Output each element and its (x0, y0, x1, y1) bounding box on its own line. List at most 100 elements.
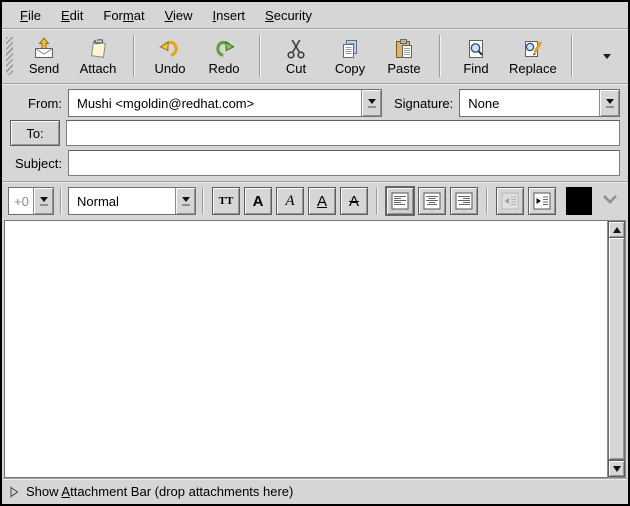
scrollbar-thumb[interactable] (608, 238, 625, 460)
scrollbar-up-icon (613, 227, 621, 233)
to-button[interactable]: To: (10, 120, 60, 146)
indent-icon (533, 192, 551, 210)
undo-label: Undo (154, 62, 185, 76)
redo-icon (212, 37, 236, 61)
align-center-button[interactable] (418, 187, 446, 215)
format-separator (60, 188, 62, 214)
redo-label: Redo (208, 62, 239, 76)
bold-icon: A (253, 194, 264, 209)
menu-edit[interactable]: Edit (51, 4, 93, 27)
font-color-swatch[interactable] (566, 187, 592, 215)
toolbar-items: Send Attach Undo Redo Cut Copy Paste Fin… (17, 33, 563, 80)
cut-button[interactable]: Cut (269, 33, 323, 80)
attachment-bar-toggle[interactable]: Show Attachment Bar (drop attachments he… (2, 478, 628, 504)
underline-icon: A (317, 194, 327, 209)
subject-row: Subject: (10, 149, 620, 177)
attach-icon (86, 37, 110, 61)
align-left-icon (391, 192, 409, 210)
paragraph-style-select[interactable]: Normal (68, 187, 196, 215)
header-fields: From: Mushi <mgoldin@redhat.com> Signatu… (2, 84, 628, 181)
toolbar-overflow-button[interactable] (598, 47, 616, 65)
subject-label: Subject: (10, 156, 62, 171)
vertical-scrollbar[interactable] (607, 220, 626, 478)
replace-icon (521, 37, 545, 61)
font-size-value: +0 (9, 188, 33, 214)
combo-arrow-icon[interactable] (361, 90, 381, 116)
find-button[interactable]: Find (449, 33, 503, 80)
from-select[interactable]: Mushi <mgoldin@redhat.com> (68, 89, 382, 117)
bold-button[interactable]: A (244, 187, 272, 215)
subject-input[interactable] (68, 150, 620, 176)
format-overflow-button[interactable] (602, 192, 618, 210)
align-right-icon (455, 192, 473, 210)
paste-button[interactable]: Paste (377, 33, 431, 80)
find-label: Find (463, 62, 488, 76)
format-separator (486, 188, 488, 214)
composer-window: FileEditFormatViewInsertSecurity Send At… (0, 0, 630, 506)
scrollbar-down-icon (613, 466, 621, 472)
cut-icon (284, 37, 308, 61)
expander-triangle-icon (9, 486, 19, 498)
unindent-button (496, 187, 524, 215)
combo-arrow-icon[interactable] (599, 90, 619, 116)
copy-icon (338, 37, 362, 61)
underline-button[interactable]: A (308, 187, 336, 215)
paragraph-style-value: Normal (69, 188, 175, 214)
menu-format[interactable]: Format (93, 4, 154, 27)
cut-label: Cut (286, 62, 306, 76)
attach-label: Attach (80, 62, 117, 76)
replace-button[interactable]: Replace (503, 33, 563, 80)
italic-icon: A (285, 194, 294, 209)
main-toolbar: Send Attach Undo Redo Cut Copy Paste Fin… (2, 29, 628, 84)
signature-select[interactable]: None (459, 89, 620, 117)
message-body[interactable] (4, 220, 607, 478)
message-body-area (4, 220, 626, 478)
typewriter-icon: TT (219, 196, 234, 207)
align-left-button[interactable] (386, 187, 414, 215)
from-value: Mushi <mgoldin@redhat.com> (69, 90, 361, 116)
menu-file[interactable]: File (10, 4, 51, 27)
attachment-bar-label: Show Attachment Bar (drop attachments he… (26, 484, 293, 499)
menu-view[interactable]: View (155, 4, 203, 27)
format-separator (376, 188, 378, 214)
chevron-down-icon (603, 54, 611, 59)
replace-label: Replace (509, 62, 557, 76)
font-size-select[interactable]: +0 (8, 187, 54, 215)
signature-value: None (460, 90, 599, 116)
typewriter-button[interactable]: TT (212, 187, 240, 215)
italic-button[interactable]: A (276, 187, 304, 215)
paste-icon (392, 37, 416, 61)
strikethrough-button[interactable]: A (340, 187, 368, 215)
format-toolbar: +0 Normal TT A A A A (2, 181, 628, 220)
align-right-button[interactable] (450, 187, 478, 215)
undo-button[interactable]: Undo (143, 33, 197, 80)
signature-label: Signature: (394, 96, 453, 111)
combo-arrow-icon[interactable] (33, 188, 53, 214)
send-icon (32, 37, 56, 61)
toolbar-separator (571, 35, 573, 77)
toolbar-separator (133, 35, 135, 77)
combo-arrow-icon[interactable] (175, 188, 195, 214)
scroll-up-button[interactable] (608, 221, 625, 238)
send-button[interactable]: Send (17, 33, 71, 80)
from-row: From: Mushi <mgoldin@redhat.com> Signatu… (10, 89, 620, 117)
scroll-down-button[interactable] (608, 460, 625, 477)
to-input[interactable] (66, 120, 620, 146)
toolbar-separator (259, 35, 261, 77)
chevron-down-icon (602, 193, 618, 205)
menu-security[interactable]: Security (255, 4, 322, 27)
paste-label: Paste (387, 62, 420, 76)
copy-button[interactable]: Copy (323, 33, 377, 80)
menu-insert[interactable]: Insert (203, 4, 256, 27)
align-center-icon (423, 192, 441, 210)
indent-button[interactable] (528, 187, 556, 215)
redo-button[interactable]: Redo (197, 33, 251, 80)
attach-button[interactable]: Attach (71, 33, 125, 80)
undo-icon (158, 37, 182, 61)
toolbar-grip[interactable] (6, 37, 13, 75)
unindent-icon (501, 192, 519, 210)
from-label: From: (10, 96, 62, 111)
copy-label: Copy (335, 62, 365, 76)
send-label: Send (29, 62, 59, 76)
find-icon (464, 37, 488, 61)
